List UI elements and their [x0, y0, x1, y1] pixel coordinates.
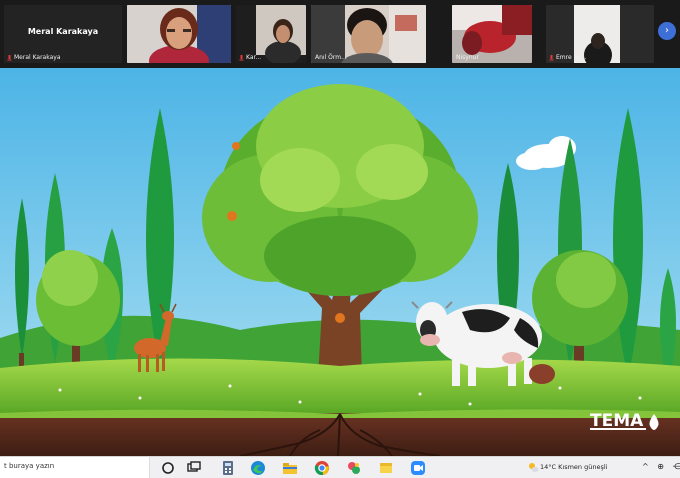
- sticky-notes-icon[interactable]: [378, 460, 394, 476]
- participant-tile[interactable]: [127, 5, 231, 63]
- muted-mic-icon: [549, 55, 554, 61]
- participant-strip: Meral Karakaya Meral Karakaya Kar... Anı…: [0, 0, 680, 68]
- calculator-icon[interactable]: [220, 460, 236, 476]
- search-placeholder: t buraya yazın: [4, 462, 55, 470]
- participant-name: Nisynur: [456, 54, 479, 61]
- start-icon[interactable]: [160, 460, 176, 476]
- participant-tile[interactable]: Kar...: [236, 5, 306, 63]
- participant-tile[interactable]: Nisynur: [452, 5, 532, 63]
- system-tray[interactable]: ^ ⊕ ⋲: [642, 462, 680, 471]
- chrome-icon[interactable]: [314, 460, 330, 476]
- participant-name: Meral Karakaya: [14, 54, 61, 61]
- participant-tile[interactable]: Emre ak...: [546, 5, 654, 63]
- muted-mic-icon: [7, 55, 12, 61]
- task-view-icon[interactable]: [186, 460, 202, 476]
- participant-tile[interactable]: Meral Karakaya Meral Karakaya: [4, 5, 122, 63]
- weather-partly-sunny-icon[interactable]: [528, 462, 539, 473]
- hedgehog: [529, 364, 555, 384]
- participant-name: Emre ak...: [556, 54, 587, 61]
- edge-icon[interactable]: [250, 460, 266, 476]
- muted-mic-icon: [239, 55, 244, 61]
- taskbar-search-box[interactable]: t buraya yazın: [0, 457, 150, 478]
- chevron-right-icon: ›: [665, 25, 669, 36]
- nature-illustration: [0, 68, 680, 456]
- participant-video: [127, 5, 231, 63]
- participant-name: Anıl Örm...: [315, 54, 347, 61]
- participant-display-name: Meral Karakaya: [27, 27, 99, 36]
- participant-tile[interactable]: Anıl Örm...: [311, 5, 426, 63]
- paint-icon[interactable]: [346, 460, 362, 476]
- shared-screen: TEMA: [0, 68, 680, 456]
- windows-taskbar: t buraya yazın 14°C Kısmen güneşli ^ ⊕ ⋲: [0, 456, 680, 478]
- file-explorer-icon[interactable]: [282, 460, 298, 476]
- zoom-icon[interactable]: [410, 460, 426, 476]
- participant-name: Kar...: [246, 54, 262, 61]
- next-page-button[interactable]: ›: [658, 22, 676, 40]
- tema-logo: TEMA: [590, 411, 659, 431]
- weather-widget[interactable]: 14°C Kısmen güneşli: [540, 463, 607, 471]
- grass-meadow: [0, 358, 680, 413]
